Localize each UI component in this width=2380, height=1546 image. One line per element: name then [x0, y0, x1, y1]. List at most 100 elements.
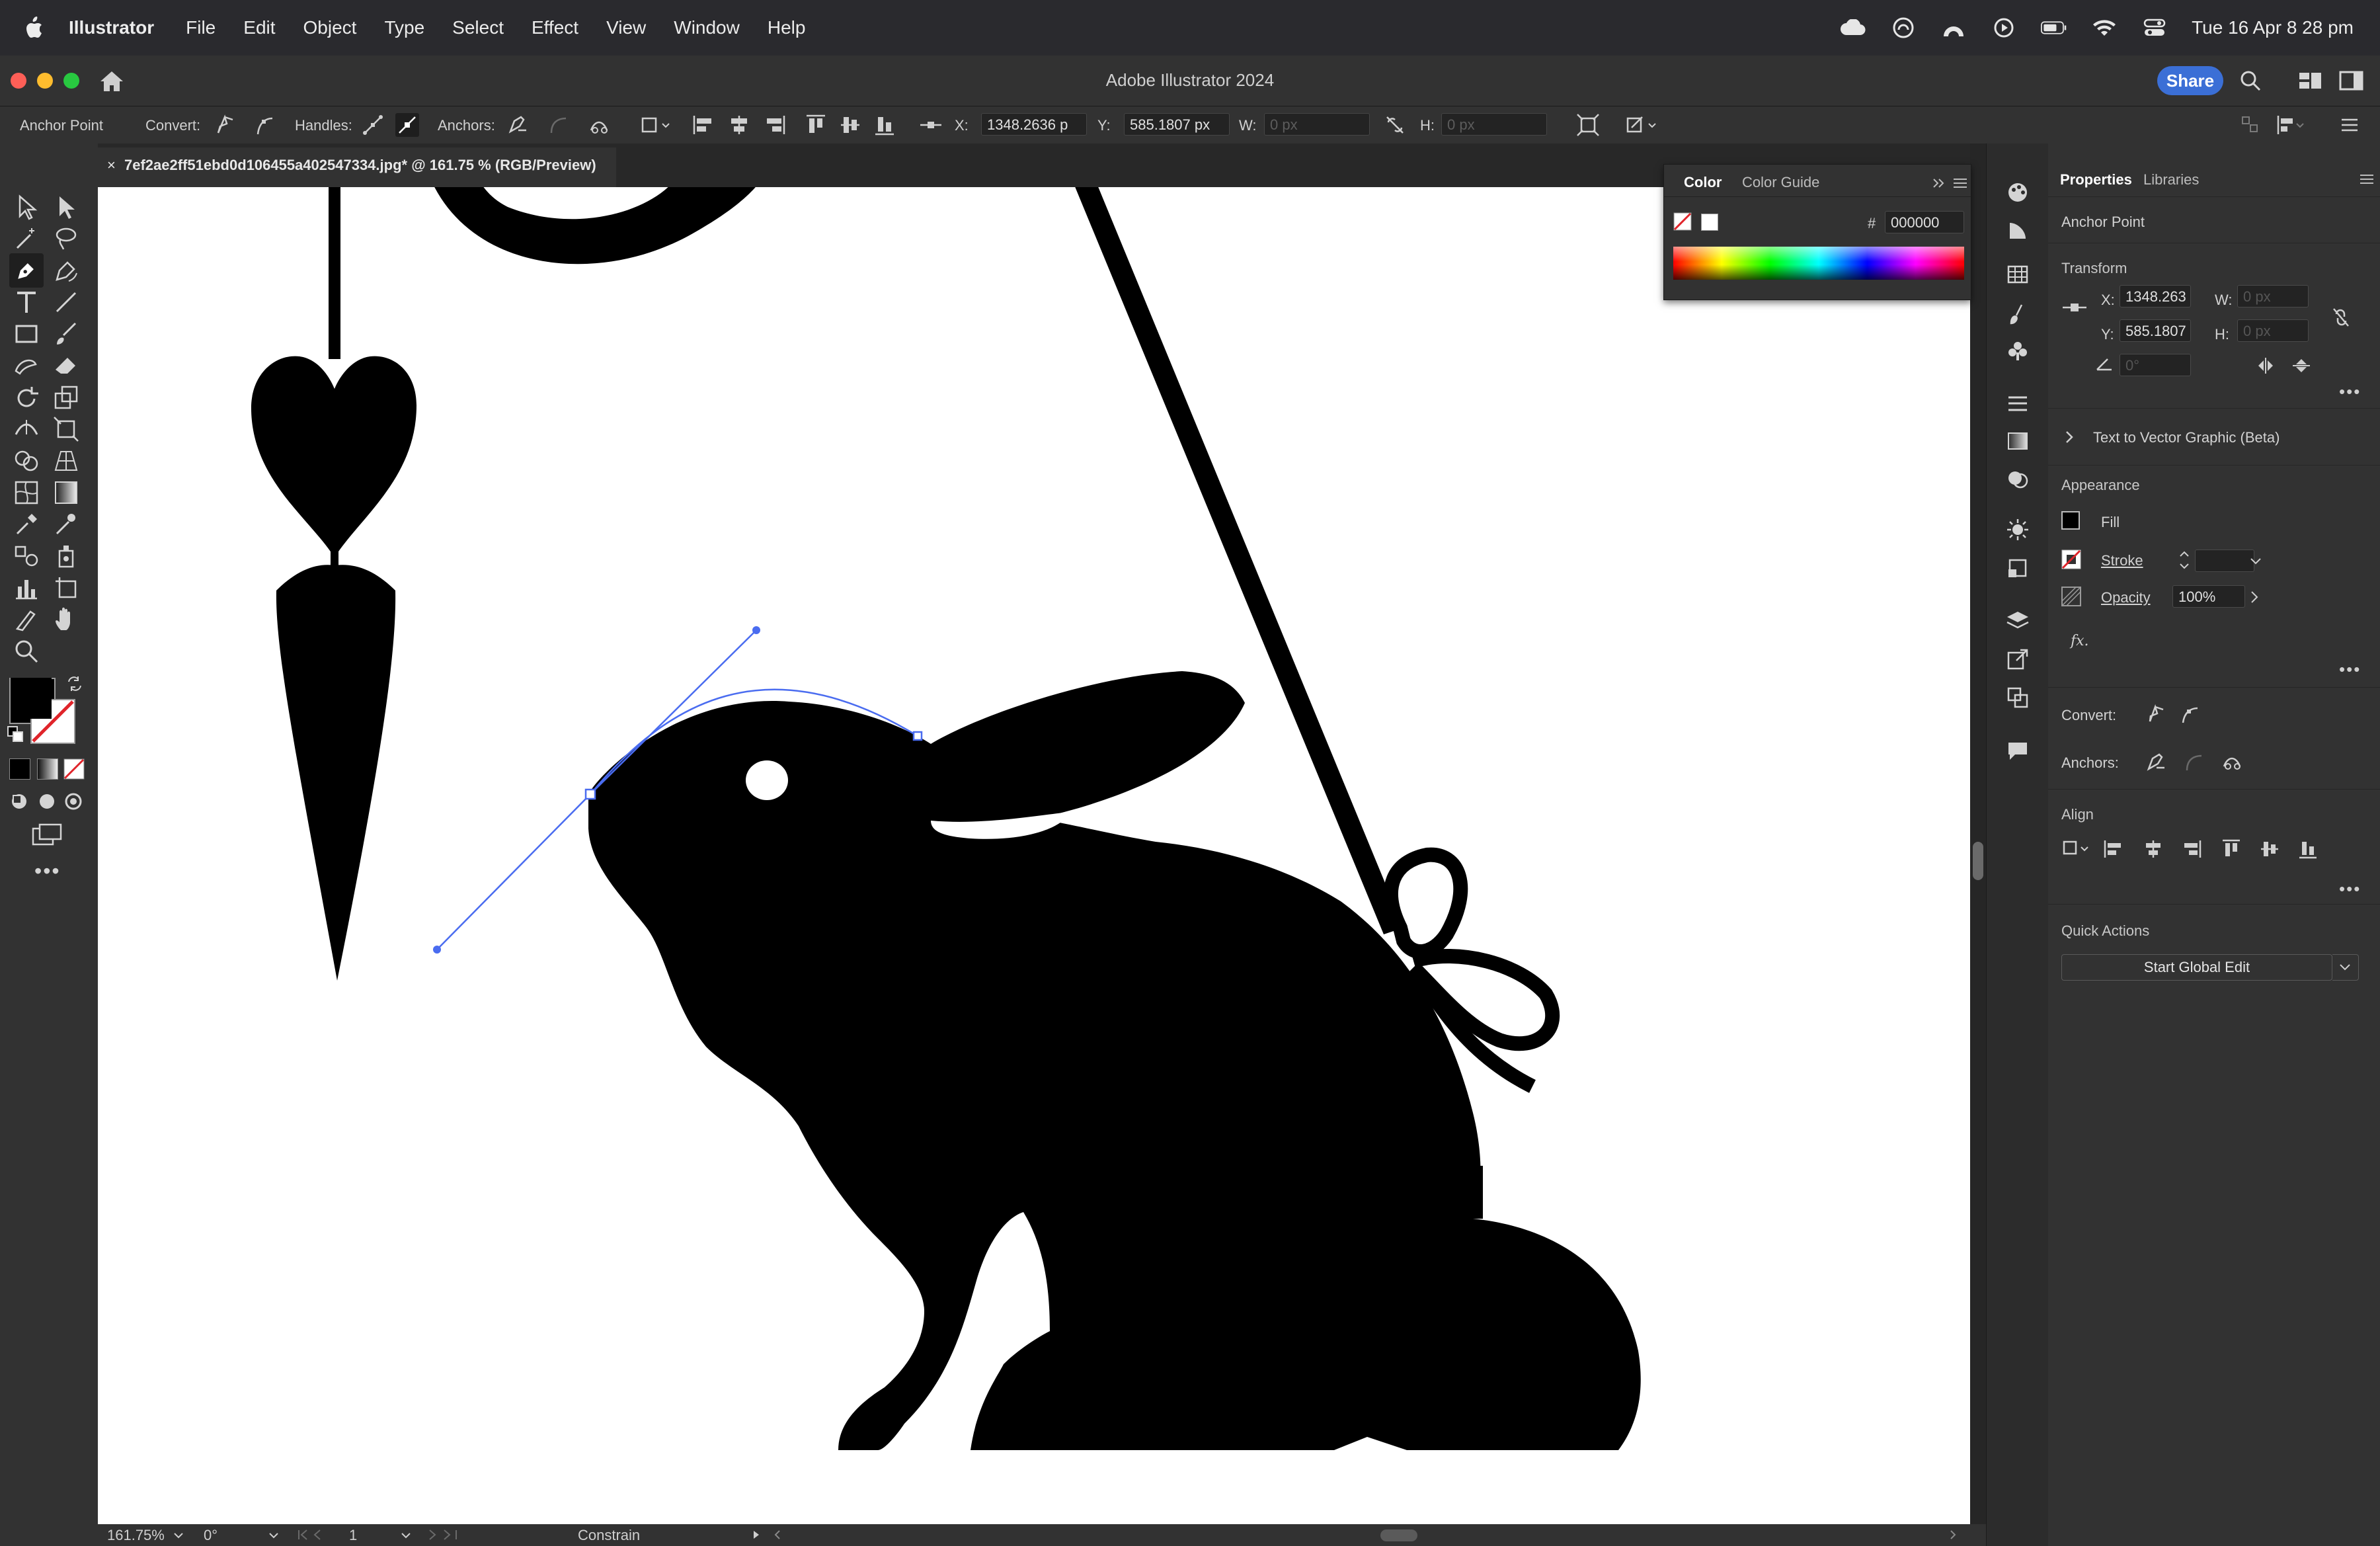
shape-builder-tool-icon[interactable]: [12, 446, 41, 475]
color-mode-button[interactable]: [9, 758, 30, 780]
brushes-icon[interactable]: [2006, 302, 2030, 326]
scroll-right-icon[interactable]: [1946, 1528, 1960, 1541]
rotation-dropdown-icon[interactable]: [267, 1529, 280, 1541]
menu-select[interactable]: Select: [452, 17, 504, 38]
stroke-weight-field[interactable]: [2195, 549, 2254, 572]
white-swatch[interactable]: [1701, 214, 1718, 231]
transform-x-field[interactable]: 1348.263: [2120, 285, 2191, 307]
color-guide-icon[interactable]: [2006, 219, 2030, 243]
properties-tab[interactable]: Properties: [2060, 171, 2132, 188]
opacity-expand-icon[interactable]: [2248, 588, 2261, 606]
panel-toggle-icon[interactable]: [2339, 70, 2364, 91]
color-guide-tab[interactable]: Color Guide: [1742, 174, 1819, 191]
stroke-weight-stepper-icon[interactable]: [2178, 547, 2191, 573]
rectangle-tool-icon[interactable]: [12, 319, 41, 348]
props-align-bottom-icon[interactable]: [2297, 838, 2319, 860]
align-menu-icon[interactable]: [2274, 113, 2307, 137]
artboard-number[interactable]: 1: [349, 1527, 357, 1544]
transform-icon[interactable]: [1576, 113, 1600, 137]
appearance-more-options-icon[interactable]: •••: [2339, 659, 2361, 680]
app-menu-illustrator[interactable]: Illustrator: [69, 17, 154, 38]
gradient-tool-icon[interactable]: [52, 478, 81, 507]
creative-cloud-icon[interactable]: [1840, 18, 1866, 38]
control-w-field[interactable]: 0 px: [1264, 113, 1370, 136]
workspace-switcher-icon[interactable]: [2298, 70, 2323, 91]
expand-chevron-icon[interactable]: [2064, 429, 2075, 445]
props-remove-anchor-icon[interactable]: [2145, 751, 2167, 773]
control-center-icon[interactable]: [2141, 18, 2168, 38]
direct-selection-tool-icon[interactable]: [52, 192, 81, 222]
transform-h-field[interactable]: 0 px: [2237, 319, 2309, 342]
artboards-panel-icon[interactable]: [2006, 686, 2030, 710]
convert-corner-icon[interactable]: [213, 113, 237, 137]
menu-window[interactable]: Window: [674, 17, 740, 38]
graphic-styles-icon[interactable]: [2006, 556, 2030, 580]
status-menu-arrow-icon[interactable]: [750, 1528, 763, 1541]
text-to-vector-label[interactable]: Text to Vector Graphic (Beta): [2093, 429, 2280, 446]
stroke-panel-icon[interactable]: [2006, 392, 2030, 416]
align-vertical-center-icon[interactable]: [838, 113, 862, 137]
search-icon[interactable]: [2239, 69, 2262, 93]
transform-y-field[interactable]: 585.1807: [2120, 319, 2191, 342]
show-handles-icon[interactable]: [361, 113, 385, 137]
draw-behind-icon[interactable]: [37, 792, 57, 811]
width-tool-icon[interactable]: [12, 415, 41, 444]
rotate-tool-icon[interactable]: [12, 383, 41, 412]
align-more-options-icon[interactable]: •••: [2339, 879, 2361, 899]
paintbrush-tool-icon[interactable]: [52, 319, 81, 348]
fill-swatch-front[interactable]: [11, 678, 52, 719]
global-edit-options-button[interactable]: [2332, 954, 2359, 981]
opacity-field[interactable]: 100%: [2172, 585, 2245, 608]
flip-horizontal-icon[interactable]: [2256, 356, 2276, 375]
reference-point-icon[interactable]: [919, 113, 943, 137]
swatches-icon[interactable]: [2006, 263, 2030, 286]
line-segment-tool-icon[interactable]: [52, 288, 81, 317]
close-tab-icon[interactable]: ×: [107, 147, 116, 183]
blend-tool-icon[interactable]: [12, 542, 41, 571]
cut-path-icon[interactable]: [587, 113, 611, 137]
properties-menu-icon[interactable]: [2359, 173, 2375, 186]
scroll-left-icon[interactable]: [771, 1528, 784, 1541]
remove-anchor-icon[interactable]: [505, 113, 529, 137]
convert-smooth-icon[interactable]: [253, 113, 276, 137]
panel-menu-icon[interactable]: [1952, 177, 1968, 190]
draw-normal-icon[interactable]: [9, 792, 29, 811]
apple-logo-icon[interactable]: [24, 17, 44, 39]
align-right-icon[interactable]: [763, 113, 787, 137]
menu-bar-clock[interactable]: Tue 16 Apr 8 28 pm: [2192, 17, 2354, 38]
zoom-level[interactable]: 161.75%: [107, 1527, 165, 1544]
default-fill-stroke-icon[interactable]: [7, 725, 24, 743]
magic-wand-tool-icon[interactable]: [12, 224, 41, 253]
props-convert-smooth-icon[interactable]: [2179, 703, 2202, 725]
props-align-center-icon[interactable]: [2142, 838, 2164, 860]
menu-help[interactable]: Help: [768, 17, 806, 38]
menu-file[interactable]: File: [186, 17, 216, 38]
menu-object[interactable]: Object: [303, 17, 357, 38]
props-align-middle-icon[interactable]: [2258, 838, 2281, 860]
appearance-stroke-label[interactable]: Stroke: [2101, 552, 2143, 569]
menu-view[interactable]: View: [606, 17, 646, 38]
zoom-tool-icon[interactable]: [12, 637, 41, 666]
constrain-link-icon[interactable]: [2331, 306, 2351, 329]
appearance-panel-icon[interactable]: [2006, 518, 2030, 542]
free-transform-tool-icon[interactable]: [52, 415, 81, 444]
eraser-tool-icon[interactable]: [52, 351, 81, 380]
gradient-panel-icon[interactable]: [2006, 429, 2030, 453]
appearance-opacity-label[interactable]: Opacity: [2101, 589, 2151, 606]
props-convert-corner-icon[interactable]: [2145, 703, 2167, 725]
control-x-field[interactable]: 1348.2636 p: [981, 113, 1087, 136]
symbol-sprayer-tool-icon[interactable]: [52, 542, 81, 571]
type-tool-icon[interactable]: [12, 288, 41, 317]
props-align-right-icon[interactable]: [2180, 838, 2203, 860]
sync-status-icon[interactable]: [1890, 17, 1917, 38]
edit-toolbar-icon[interactable]: •••: [34, 859, 61, 883]
control-h-field[interactable]: 0 px: [1441, 113, 1547, 136]
props-align-left-icon[interactable]: [2102, 838, 2125, 860]
document-tab[interactable]: × 7ef2ae2ff51ebd0d106455a402547334.jpg* …: [98, 147, 616, 187]
arrange-icon[interactable]: [2239, 113, 2262, 137]
appearance-stroke-swatch-icon[interactable]: [2061, 549, 2081, 569]
collapse-panel-icon[interactable]: [1931, 177, 1947, 190]
hand-tool-icon[interactable]: [52, 605, 81, 634]
control-y-field[interactable]: 585.1807 px: [1124, 113, 1230, 136]
props-align-top-icon[interactable]: [2220, 838, 2242, 860]
